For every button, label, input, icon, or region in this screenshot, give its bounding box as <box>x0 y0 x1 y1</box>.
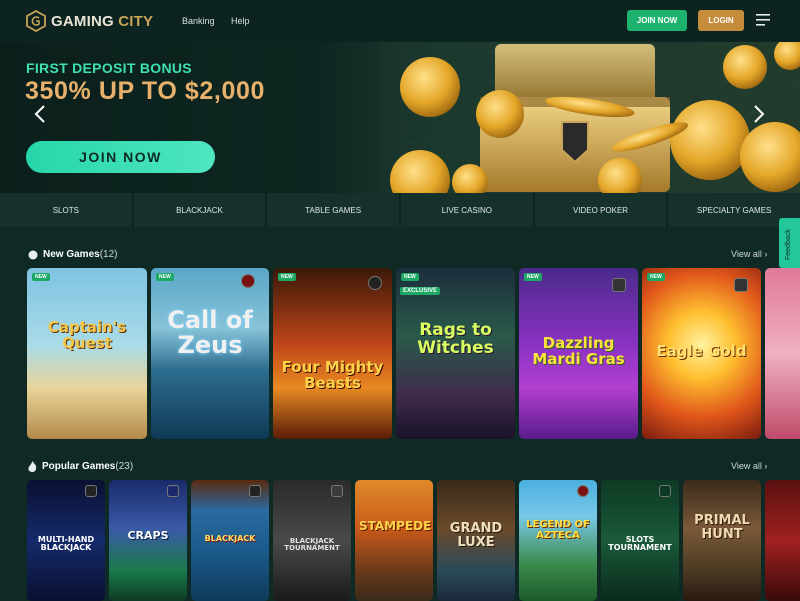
provider-icon <box>577 485 589 497</box>
chevron-right-icon[interactable] <box>752 104 766 124</box>
category-slots[interactable]: SLOTS <box>0 193 134 227</box>
game-card-blackjack-tournament[interactable]: BLACKJACK TOURNAMENT <box>273 480 351 601</box>
popular-games-view-all-label: View all <box>731 461 762 471</box>
game-card-captains-quest[interactable]: NEW Captain's Quest <box>27 268 147 439</box>
new-badge: NEW <box>32 273 50 281</box>
game-title: Dazzling Mardi Gras <box>532 334 625 368</box>
new-badge: NEW <box>524 273 542 281</box>
login-button[interactable]: LOGIN <box>698 10 744 31</box>
logo-secondary: CITY <box>118 12 154 30</box>
sparkle-icon <box>28 250 38 259</box>
treasure-chest-illustration <box>380 42 800 193</box>
new-games-heading: New Games (12) <box>28 249 118 260</box>
nav-banking[interactable]: Banking <box>182 16 215 26</box>
hero-bonus-amount: 350% UP TO $2,000 <box>25 77 265 105</box>
game-card-rags-to-witches[interactable]: NEW EXCLUSIVE Rags to Witches <box>396 268 515 439</box>
new-games-count: (12) <box>99 249 118 260</box>
provider-icon <box>734 278 748 292</box>
game-title: STAMPEDE <box>359 519 432 533</box>
site-header: GAMING CITY Banking Help JOIN NOW LOGIN <box>0 0 800 42</box>
hero-join-now-button[interactable]: JOIN NOW <box>26 141 215 173</box>
new-games-title: New Games <box>43 249 100 260</box>
logo[interactable]: GAMING CITY <box>26 10 153 32</box>
category-nav: SLOTS BLACKJACK TABLE GAMES LIVE CASINO … <box>0 193 800 227</box>
feedback-label: Feedback <box>785 229 792 260</box>
new-games-view-all[interactable]: View all › <box>731 249 767 259</box>
flame-icon <box>28 461 37 472</box>
game-title: LEGEND OF AZTECA <box>526 519 590 541</box>
chevron-right-icon: › <box>764 461 768 471</box>
game-card-grand-luxe[interactable]: GRAND LUXE <box>437 480 515 601</box>
game-title: Call of Zeus <box>167 306 253 360</box>
new-badge: NEW <box>156 273 174 281</box>
provider-icon <box>241 274 255 288</box>
game-card-partial[interactable] <box>765 480 800 601</box>
new-badge: NEW <box>401 273 419 281</box>
game-title: BLACKJACK TOURNAMENT <box>284 537 340 553</box>
game-title: Rags to Witches <box>417 320 494 358</box>
hero-banner: FIRST DEPOSIT BONUS 350% UP TO $2,000 JO… <box>0 42 800 193</box>
category-live-casino[interactable]: LIVE CASINO <box>401 193 535 227</box>
new-games-view-all-label: View all <box>731 249 762 259</box>
chevron-left-icon[interactable] <box>33 104 47 124</box>
category-table-games[interactable]: TABLE GAMES <box>267 193 402 227</box>
game-title: GRAND LUXE <box>449 521 503 550</box>
popular-games-view-all[interactable]: View all › <box>731 461 767 471</box>
game-card-blackjack[interactable]: BLACKJACK <box>191 480 269 601</box>
game-title: MULTI-HAND BLACKJACK <box>37 535 95 553</box>
game-title: BLACKJACK <box>204 534 256 543</box>
game-card-dazzling-mardi-gras[interactable]: NEW Dazzling Mardi Gras <box>519 268 638 439</box>
logo-icon <box>26 10 46 32</box>
provider-icon <box>368 276 382 290</box>
provider-icon <box>249 485 261 497</box>
chevron-right-icon: › <box>764 249 768 259</box>
game-card-partial[interactable] <box>765 268 800 439</box>
join-now-button[interactable]: JOIN NOW <box>627 10 687 31</box>
category-blackjack[interactable]: BLACKJACK <box>134 193 268 227</box>
hero-bonus-label: FIRST DEPOSIT BONUS <box>26 60 192 76</box>
provider-icon <box>659 485 671 497</box>
game-card-slots-tournament[interactable]: SLOTS TOURNAMENT <box>601 480 679 601</box>
game-card-four-mighty-beasts[interactable]: NEW Four Mighty Beasts <box>273 268 392 439</box>
game-card-primal-hunt[interactable]: PRIMAL HUNT <box>683 480 761 601</box>
game-card-stampede[interactable]: STAMPEDE <box>355 480 433 601</box>
game-title: Eagle Gold <box>656 342 747 360</box>
game-title: Four Mighty Beasts <box>281 358 384 392</box>
new-badge: NEW <box>278 273 296 281</box>
logo-text: GAMING CITY <box>51 13 153 30</box>
game-card-eagle-gold[interactable]: NEW Eagle Gold <box>642 268 761 439</box>
game-title: CRAPS <box>127 529 169 542</box>
game-card-craps[interactable]: CRAPS <box>109 480 187 601</box>
new-badge: NEW <box>647 273 665 281</box>
game-title: Captain's Quest <box>47 318 127 352</box>
provider-icon <box>331 485 343 497</box>
feedback-tab[interactable]: Feedback <box>779 218 800 268</box>
game-card-multi-hand-blackjack[interactable]: MULTI-HAND BLACKJACK <box>27 480 105 601</box>
provider-icon <box>167 485 179 497</box>
logo-primary: GAMING <box>51 12 114 30</box>
hamburger-menu-icon[interactable] <box>756 14 770 26</box>
provider-icon <box>612 278 626 292</box>
game-card-legend-of-azteca[interactable]: LEGEND OF AZTECA <box>519 480 597 601</box>
game-card-call-of-zeus[interactable]: NEW Call of Zeus <box>151 268 269 439</box>
provider-icon <box>85 485 97 497</box>
popular-games-title: Popular Games <box>42 461 116 472</box>
game-title: PRIMAL HUNT <box>694 513 750 542</box>
popular-games-count: (23) <box>115 461 134 472</box>
popular-games-heading: Popular Games (23) <box>28 461 133 472</box>
nav-help[interactable]: Help <box>231 16 250 26</box>
game-title: SLOTS TOURNAMENT <box>608 535 672 553</box>
exclusive-badge: EXCLUSIVE <box>400 287 441 295</box>
category-video-poker[interactable]: VIDEO POKER <box>535 193 669 227</box>
